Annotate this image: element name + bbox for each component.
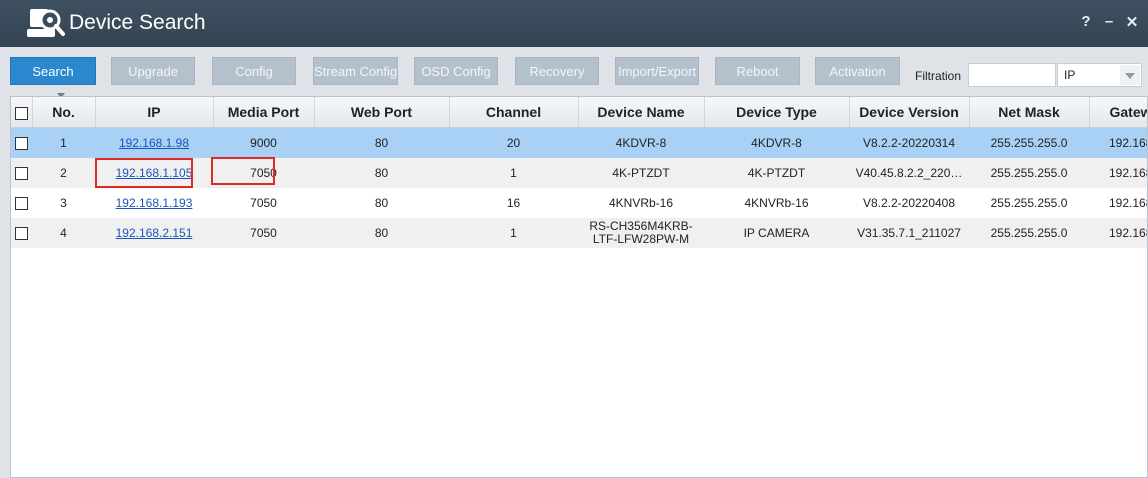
row-checkbox[interactable] [15,137,28,151]
recovery-button[interactable]: Recovery [515,57,599,85]
cell-channel: 1 [449,218,578,248]
header-channel[interactable]: Channel [449,97,579,128]
cell-net-mask: 255.255.255.0 [969,127,1089,158]
cell-ip-link[interactable]: 192.168.1.98 [119,136,189,150]
header-device-type[interactable]: Device Type [704,97,850,128]
cell-device-version: V8.2.2-20220314 [849,127,969,158]
cell-gateway: 192.168 [1089,127,1147,158]
cell-net-mask: 255.255.255.0 [969,188,1089,218]
select-all-checkbox[interactable] [14,106,28,120]
window-title: Device Search [69,11,206,34]
filtration-input[interactable] [968,63,1056,87]
header-gateway[interactable]: Gatew [1089,97,1147,128]
cell-device-type: 4K-PTZDT [704,158,849,188]
osd-config-button[interactable]: OSD Config [414,57,498,85]
cell-channel: 1 [449,158,578,188]
search-button[interactable]: Search [10,57,96,85]
header-media-port[interactable]: Media Port [213,97,315,128]
reboot-button[interactable]: Reboot [715,57,800,85]
cell-no: 1 [32,127,95,158]
filtration-type-select[interactable]: IP [1057,63,1142,87]
cell-net-mask: 255.255.255.0 [969,158,1089,188]
cell-gateway: 192.168 [1089,218,1147,248]
cell-device-name: 4K-PTZDT [578,158,704,188]
cell-media-port: 9000 [213,127,314,158]
row-checkbox[interactable] [15,197,28,211]
media-port-highlight-box [211,157,275,185]
stream-config-button[interactable]: Stream Config [313,57,398,85]
minimize-button[interactable]: – [1101,13,1117,30]
header-no[interactable]: No. [32,97,96,128]
cell-ip-link[interactable]: 192.168.2.151 [116,226,193,240]
cell-channel: 20 [449,127,578,158]
activation-button[interactable]: Activation [815,57,900,85]
cell-device-version: V31.35.7.1_211027 [849,218,969,248]
cell-device-name: 4KNVRb-16 [578,188,704,218]
row-checkbox[interactable] [15,227,28,241]
cell-device-version: V40.45.8.2.2_220… [849,158,969,188]
cell-ip-link[interactable]: 192.168.1.193 [116,196,193,210]
cell-no: 3 [32,188,95,218]
cell-device-type: 4KNVRb-16 [704,188,849,218]
ip-highlight-box [95,158,193,188]
config-button[interactable]: Config [212,57,296,85]
dropdown-arrow-icon[interactable] [1120,65,1140,85]
cell-device-name: RS-CH356M4KRB-LTF-LFW28PW-M [578,218,704,248]
select-all-header[interactable] [11,97,33,128]
cell-gateway: 192.168 [1089,188,1147,218]
filtration-type-value: IP [1064,68,1076,82]
row-checkbox[interactable] [15,167,28,181]
cell-web-port: 80 [314,188,449,218]
cell-device-type: 4KDVR-8 [704,127,849,158]
title-bar: Device Search ? – ✕ [0,0,1148,47]
header-device-name[interactable]: Device Name [578,97,705,128]
import-export-button[interactable]: Import/Export [615,57,699,85]
cell-web-port: 80 [314,218,449,248]
device-table: No. IP Media Port Web Port Channel Devic… [10,96,1148,478]
cell-web-port: 80 [314,158,449,188]
cell-no: 4 [32,218,95,248]
cell-net-mask: 255.255.255.0 [969,218,1089,248]
header-web-port[interactable]: Web Port [314,97,450,128]
device-search-logo-icon [27,9,65,37]
header-ip[interactable]: IP [95,97,214,128]
header-net-mask[interactable]: Net Mask [969,97,1090,128]
cell-channel: 16 [449,188,578,218]
cell-device-type: IP CAMERA [704,218,849,248]
cell-device-name: 4KDVR-8 [578,127,704,158]
cell-device-version: V8.2.2-20220408 [849,188,969,218]
filtration-label: Filtration [915,69,962,83]
table-row[interactable]: 1 192.168.1.98 9000 80 20 4KDVR-8 4KDVR-… [11,127,1147,158]
cell-media-port: 7050 [213,218,314,248]
cell-media-port: 7050 [213,188,314,218]
table-row[interactable]: 4 192.168.2.151 7050 80 1 RS-CH356M4KRB-… [11,218,1147,248]
help-button[interactable]: ? [1078,13,1094,30]
table-row[interactable]: 3 192.168.1.193 7050 80 16 4KNVRb-16 4KN… [11,188,1147,218]
cell-gateway: 192.168 [1089,158,1147,188]
header-device-version[interactable]: Device Version [849,97,970,128]
cell-web-port: 80 [314,127,449,158]
upgrade-button[interactable]: Upgrade [111,57,195,85]
close-button[interactable]: ✕ [1124,13,1140,31]
cell-no: 2 [32,158,95,188]
